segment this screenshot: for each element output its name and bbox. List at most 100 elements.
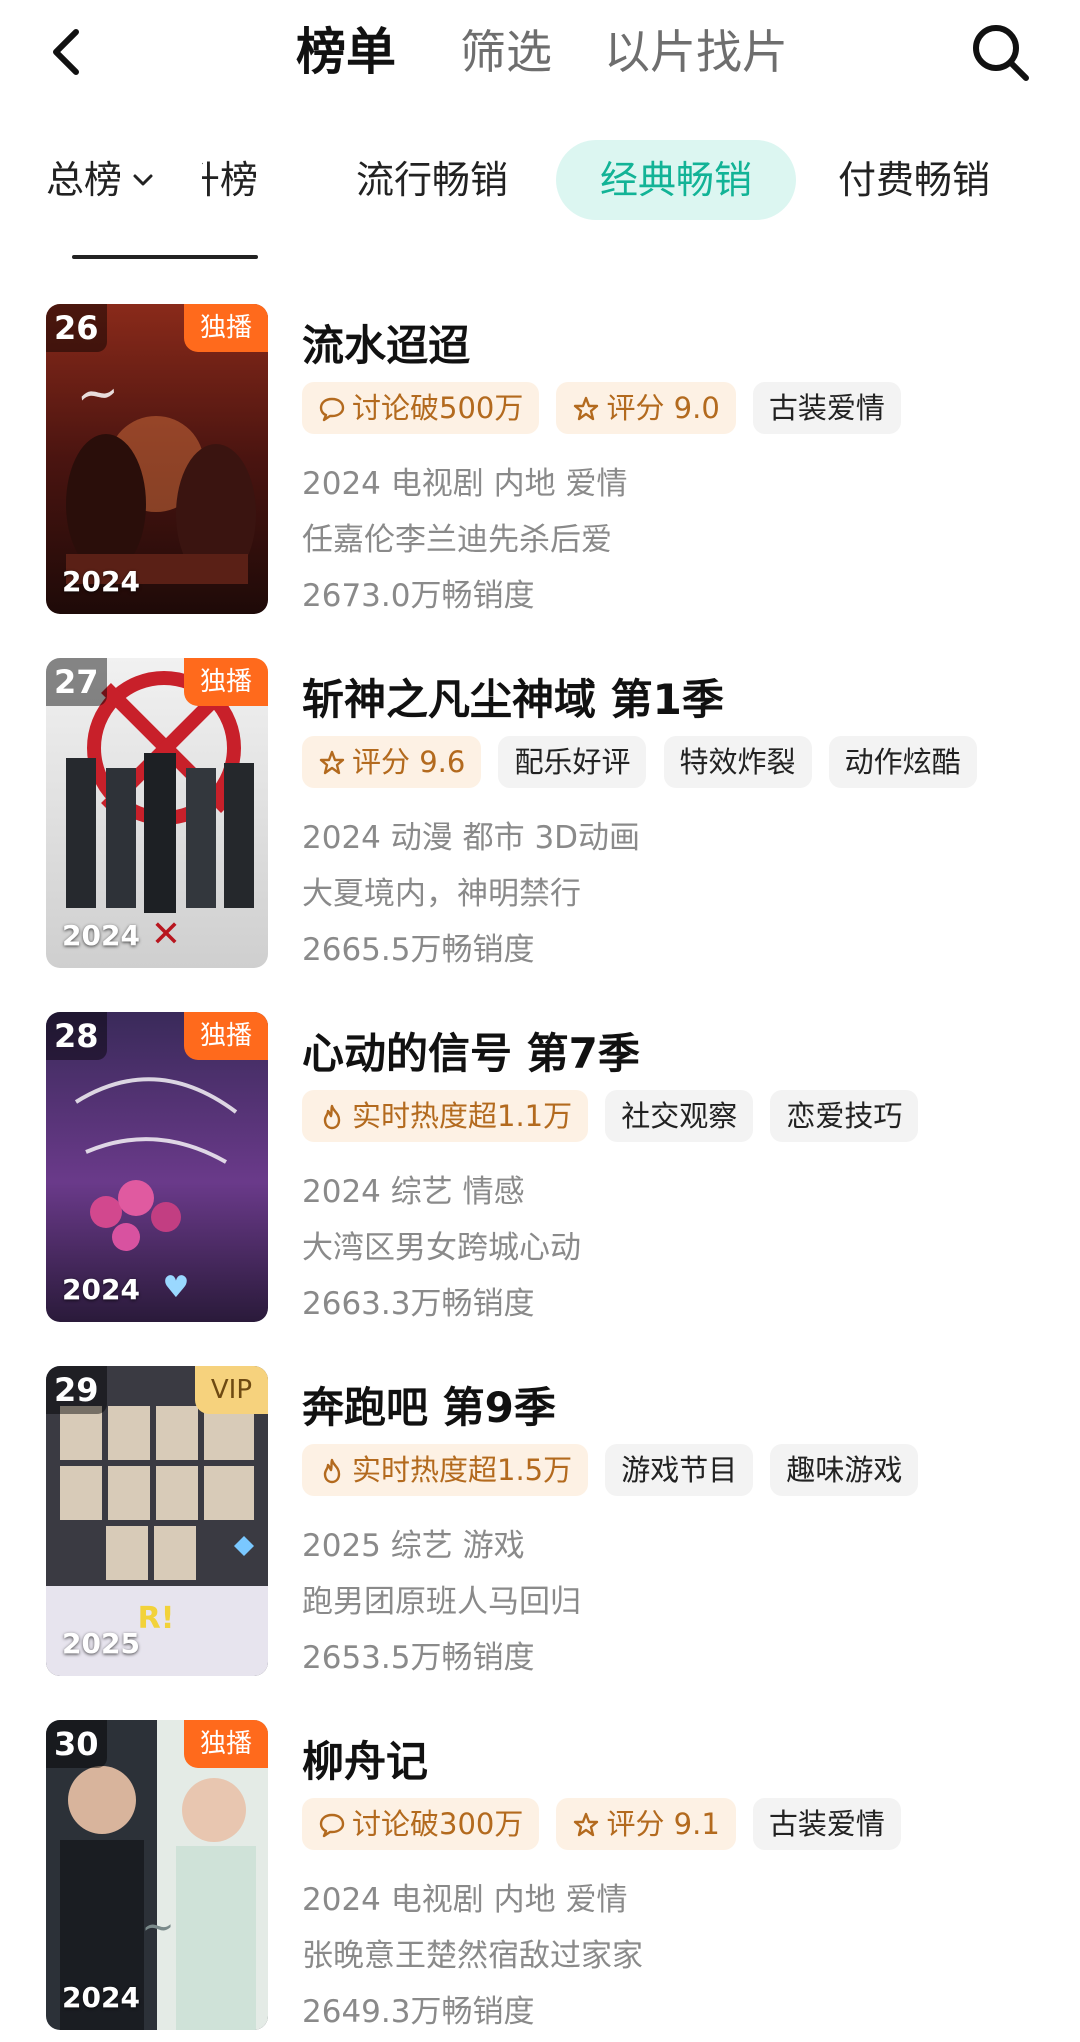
item-title[interactable]: 奔跑吧 第9季 bbox=[302, 1374, 556, 1435]
chip-text: 讨论破300万 bbox=[352, 1807, 524, 1841]
comment-icon bbox=[319, 1813, 345, 1838]
flame-icon bbox=[323, 1104, 341, 1130]
tab-underline bbox=[72, 255, 258, 259]
vip-badge: VIP bbox=[194, 1366, 268, 1414]
genre-chip: 古装爱情 bbox=[752, 382, 901, 434]
item-sales-index: 2653.5万畅销度 bbox=[302, 1640, 535, 1676]
list-item[interactable]: ~ 26 独播 2024 流水迢迢 讨论破500万 评分 9.0 古装爱情 20… bbox=[0, 300, 1080, 620]
chip-text: 讨论破500万 bbox=[352, 391, 524, 425]
item-description: 跑男团原班人马回归 bbox=[302, 1584, 581, 1620]
poster-year: 2024 bbox=[62, 1273, 140, 1306]
list-item[interactable]: R! 29 VIP 2025 奔跑吧 第9季 实时热度超1.5万 游戏节目 趣味… bbox=[0, 1362, 1080, 1682]
poster[interactable]: ✕ 27 独播 2024 bbox=[46, 658, 268, 968]
item-title[interactable]: 心动的信号 第7季 bbox=[302, 1020, 640, 1081]
poster-year: 2024 bbox=[62, 1981, 140, 2014]
rank-number: 30 bbox=[46, 1720, 107, 1768]
discussion-chip: 讨论破300万 bbox=[302, 1798, 540, 1850]
item-title[interactable]: 斩神之凡尘神域 第1季 bbox=[302, 666, 724, 727]
rank-number: 28 bbox=[46, 1012, 107, 1060]
tag-chips: 评分 9.6 配乐好评 特效炸裂 动作炫酷 bbox=[302, 736, 989, 788]
poster[interactable]: R! 29 VIP 2025 bbox=[46, 1366, 268, 1676]
poster-title-art: ~ bbox=[72, 361, 123, 427]
genre-chip: 游戏节目 bbox=[605, 1444, 754, 1496]
tab-filter[interactable]: 筛选 bbox=[460, 22, 552, 82]
search-icon[interactable] bbox=[968, 20, 1034, 86]
chip-text: 实时热度超1.5万 bbox=[352, 1453, 573, 1487]
rating-chip: 评分 9.0 bbox=[556, 382, 736, 434]
poster-year: 2025 bbox=[62, 1627, 140, 1660]
subtab-paid[interactable]: 付费畅销 bbox=[838, 140, 990, 220]
item-sales-index: 2665.5万畅销度 bbox=[302, 932, 535, 968]
subtab-classic[interactable]: 经典畅销 bbox=[556, 140, 797, 220]
list-item[interactable]: ~ 30 独播 2024 柳舟记 讨论破300万 评分 9.1 古装爱情 202… bbox=[0, 1716, 1080, 2036]
star-icon bbox=[574, 396, 599, 421]
poster[interactable]: ~ 30 独播 2024 bbox=[46, 1720, 268, 2030]
comment-icon bbox=[319, 397, 345, 422]
rank-number: 27 bbox=[46, 658, 107, 706]
ranking-subtabs: 总榜 升榜 流行畅销 经典畅销 付费畅销 bbox=[0, 140, 1080, 230]
svg-text:~: ~ bbox=[141, 1904, 175, 1950]
exclusive-badge: 独播 bbox=[183, 304, 268, 352]
tag-chips: 实时热度超1.5万 游戏节目 趣味游戏 bbox=[302, 1444, 930, 1496]
chip-text: 评分 9.1 bbox=[606, 1807, 720, 1841]
item-meta-info: 2025 综艺 游戏 bbox=[302, 1528, 525, 1564]
exclusive-badge: 独播 bbox=[183, 658, 268, 706]
overall-dropdown-label: 总榜 bbox=[46, 158, 123, 202]
tag-chips: 实时热度超1.1万 社交观察 恋爱技巧 bbox=[302, 1090, 930, 1142]
poster[interactable]: ~ 26 独播 2024 bbox=[46, 304, 268, 614]
list-item[interactable]: ♥ 28 独播 2024 心动的信号 第7季 实时热度超1.1万 社交观察 恋爱… bbox=[0, 1008, 1080, 1328]
genre-chip: 社交观察 bbox=[605, 1090, 754, 1142]
chevron-down-icon bbox=[133, 174, 153, 185]
flame-icon bbox=[323, 1458, 341, 1484]
genre-chip: 动作炫酷 bbox=[828, 736, 977, 788]
item-sales-index: 2673.0万畅销度 bbox=[302, 578, 535, 614]
genre-chip: 趣味游戏 bbox=[770, 1444, 919, 1496]
rank-number: 29 bbox=[46, 1366, 107, 1414]
rating-chip: 评分 9.1 bbox=[556, 1798, 736, 1850]
discussion-chip: 讨论破500万 bbox=[302, 382, 540, 434]
genre-chip: 特效炸裂 bbox=[663, 736, 812, 788]
star-icon bbox=[319, 750, 345, 775]
chip-text: 评分 9.6 bbox=[352, 745, 466, 779]
exclusive-badge: 独播 bbox=[183, 1012, 268, 1060]
list-item[interactable]: ✕ 27 独播 2024 斩神之凡尘神域 第1季 评分 9.6 配乐好评 特效炸… bbox=[0, 654, 1080, 974]
rank-number: 26 bbox=[46, 304, 107, 352]
back-arrow-icon[interactable] bbox=[40, 22, 100, 82]
heat-chip: 实时热度超1.5万 bbox=[302, 1444, 589, 1496]
chip-text: 评分 9.0 bbox=[606, 391, 720, 425]
item-sales-index: 2663.3万畅销度 bbox=[302, 1286, 535, 1322]
item-meta-info: 2024 动漫 都市 3D动画 bbox=[302, 820, 641, 856]
poster[interactable]: ♥ 28 独播 2024 bbox=[46, 1012, 268, 1322]
item-description: 张晚意王楚然宿敌过家家 bbox=[302, 1938, 643, 1974]
tab-find-by-clip[interactable]: 以片找片 bbox=[604, 22, 788, 82]
item-meta-info: 2024 电视剧 内地 爱情 bbox=[302, 466, 628, 502]
genre-chip: 配乐好评 bbox=[498, 736, 647, 788]
subtab-rising[interactable]: 升榜 bbox=[202, 140, 264, 220]
poster-year: 2024 bbox=[62, 919, 140, 952]
genre-chip: 古装爱情 bbox=[752, 1798, 901, 1850]
tag-chips: 讨论破300万 评分 9.1 古装爱情 bbox=[302, 1798, 913, 1850]
item-description: 大湾区男女跨城心动 bbox=[302, 1230, 581, 1266]
star-icon bbox=[574, 1812, 599, 1837]
svg-text:♥: ♥ bbox=[163, 1270, 190, 1305]
item-description: 任嘉伦李兰迪先杀后爱 bbox=[302, 522, 612, 558]
tab-ranking[interactable]: 榜单 bbox=[296, 22, 396, 82]
svg-text:R!: R! bbox=[138, 1601, 175, 1636]
item-meta-info: 2024 电视剧 内地 爱情 bbox=[302, 1882, 628, 1918]
heat-chip: 实时热度超1.1万 bbox=[302, 1090, 589, 1142]
genre-chip: 恋爱技巧 bbox=[770, 1090, 919, 1142]
tag-chips: 讨论破500万 评分 9.0 古装爱情 bbox=[302, 382, 913, 434]
item-sales-index: 2649.3万畅销度 bbox=[302, 1994, 535, 2030]
item-title[interactable]: 柳舟记 bbox=[302, 1728, 428, 1789]
overall-dropdown[interactable]: 总榜 bbox=[46, 140, 154, 220]
subtab-rising-label: 升榜 bbox=[202, 158, 259, 202]
svg-text:✕: ✕ bbox=[151, 914, 181, 955]
subtab-popular[interactable]: 流行畅销 bbox=[356, 140, 508, 220]
chip-text: 实时热度超1.1万 bbox=[352, 1099, 573, 1133]
top-bar: 榜单 筛选 以片找片 bbox=[0, 0, 1080, 110]
item-title[interactable]: 流水迢迢 bbox=[302, 312, 470, 373]
rating-chip: 评分 9.6 bbox=[302, 736, 482, 788]
item-meta-info: 2024 综艺 情感 bbox=[302, 1174, 525, 1210]
poster-year: 2024 bbox=[62, 565, 140, 598]
exclusive-badge: 独播 bbox=[183, 1720, 268, 1768]
